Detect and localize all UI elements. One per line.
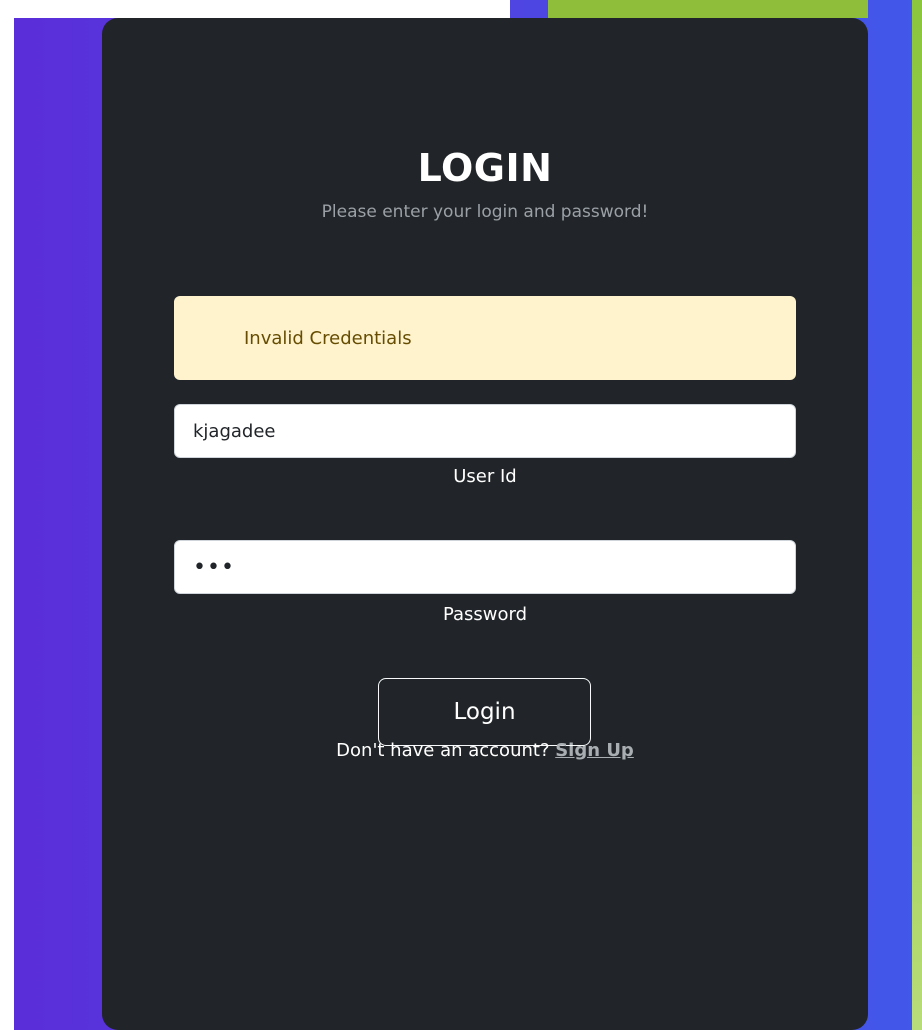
top-green-strip [548, 0, 868, 18]
password-input[interactable] [174, 540, 796, 594]
signup-prompt-text: Don't have an account? [336, 740, 556, 761]
top-white-strip [14, 0, 510, 18]
error-alert: Invalid Credentials [174, 296, 796, 380]
signup-link[interactable]: Sign Up [555, 740, 634, 761]
user-id-input[interactable] [174, 404, 796, 458]
login-subtitle: Please enter your login and password! [321, 202, 649, 222]
login-button[interactable]: Login [378, 678, 591, 746]
user-id-label: User Id [453, 466, 517, 487]
password-label: Password [442, 604, 528, 625]
login-card: LOGIN Please enter your login and passwo… [102, 18, 868, 1030]
login-title: LOGIN [417, 146, 553, 190]
left-edge-strip [0, 0, 14, 1030]
right-green-strip [912, 0, 922, 1030]
error-alert-text: Invalid Credentials [244, 327, 412, 349]
signup-prompt-row: Don't have an account? Sign Up [102, 740, 868, 761]
